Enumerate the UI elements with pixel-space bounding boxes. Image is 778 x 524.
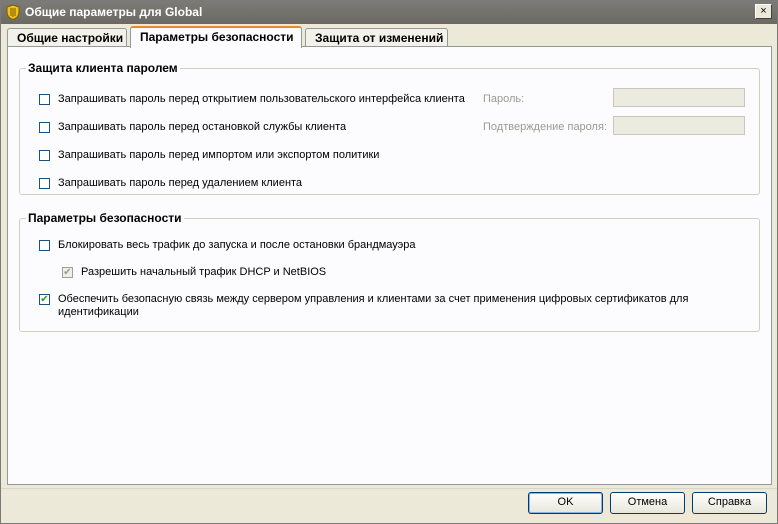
option-label: Запрашивать пароль перед остановкой служ…	[58, 121, 347, 133]
option-allow-dhcp[interactable]: ✔ Разрешить начальный трафик DHCP и NetB…	[62, 266, 326, 279]
tab-tamper-protection[interactable]: Защита от изменений	[305, 28, 448, 47]
option-password-stop-service[interactable]: Запрашивать пароль перед остановкой служ…	[39, 121, 346, 134]
confirm-password-label: Подтверждение пароля:	[483, 121, 607, 133]
option-label: Обеспечить безопасную связь между сервер…	[58, 293, 688, 319]
option-password-open-ui[interactable]: Запрашивать пароль перед открытием польз…	[39, 93, 465, 106]
close-button[interactable]: ×	[755, 4, 772, 19]
password-import-export-checkbox[interactable]	[39, 150, 50, 161]
password-stop-service-checkbox[interactable]	[39, 122, 50, 133]
option-password-import-export[interactable]: Запрашивать пароль перед импортом или эк…	[39, 149, 379, 162]
option-label: Запрашивать пароль перед удалением клиен…	[58, 177, 303, 189]
button-bar-divider	[1, 488, 777, 489]
tab-panel: Защита клиента паролем Запрашивать парол…	[7, 46, 772, 485]
password-open-ui-checkbox[interactable]	[39, 94, 50, 105]
password-group-title: Защита клиента паролем	[26, 61, 180, 75]
tab-security-settings[interactable]: Параметры безопасности	[130, 26, 302, 48]
option-label: Блокировать весь трафик до запуска и пос…	[58, 239, 416, 251]
cancel-button[interactable]: Отмена	[610, 492, 685, 514]
security-settings-group: Параметры безопасности Блокировать весь …	[19, 211, 760, 332]
password-label: Пароль:	[483, 93, 525, 105]
password-input[interactable]	[613, 88, 745, 107]
title-bar[interactable]: Общие параметры для Global ×	[1, 1, 777, 24]
block-traffic-checkbox[interactable]	[39, 240, 50, 251]
option-label: Запрашивать пароль перед импортом или эк…	[58, 149, 380, 161]
tab-general-settings[interactable]: Общие настройки	[7, 28, 127, 47]
ok-button[interactable]: OK	[528, 492, 603, 514]
close-icon: ×	[760, 5, 767, 17]
window-title: Общие параметры для Global	[25, 5, 203, 19]
help-button[interactable]: Справка	[692, 492, 767, 514]
option-secure-communication[interactable]: ✔ Обеспечить безопасную связь между серв…	[39, 293, 688, 319]
option-block-traffic[interactable]: Блокировать весь трафик до запуска и пос…	[39, 239, 416, 252]
option-label-line1: Обеспечить безопасную связь между сервер…	[58, 293, 689, 305]
option-label: Запрашивать пароль перед открытием польз…	[58, 93, 465, 105]
confirm-password-input[interactable]	[613, 116, 745, 135]
secure-communication-checkbox[interactable]: ✔	[39, 294, 50, 305]
allow-dhcp-checkbox[interactable]: ✔	[62, 267, 73, 278]
option-label-line2: идентификации	[58, 306, 139, 318]
password-uninstall-checkbox[interactable]	[39, 178, 50, 189]
dialog-window: Общие параметры для Global × Общие настр…	[0, 0, 778, 524]
shield-icon	[6, 4, 20, 20]
password-protection-group: Защита клиента паролем Запрашивать парол…	[19, 61, 760, 195]
security-group-title: Параметры безопасности	[26, 211, 184, 225]
option-label: Разрешить начальный трафик DHCP и NetBIO…	[81, 266, 327, 278]
option-password-uninstall[interactable]: Запрашивать пароль перед удалением клиен…	[39, 177, 302, 190]
